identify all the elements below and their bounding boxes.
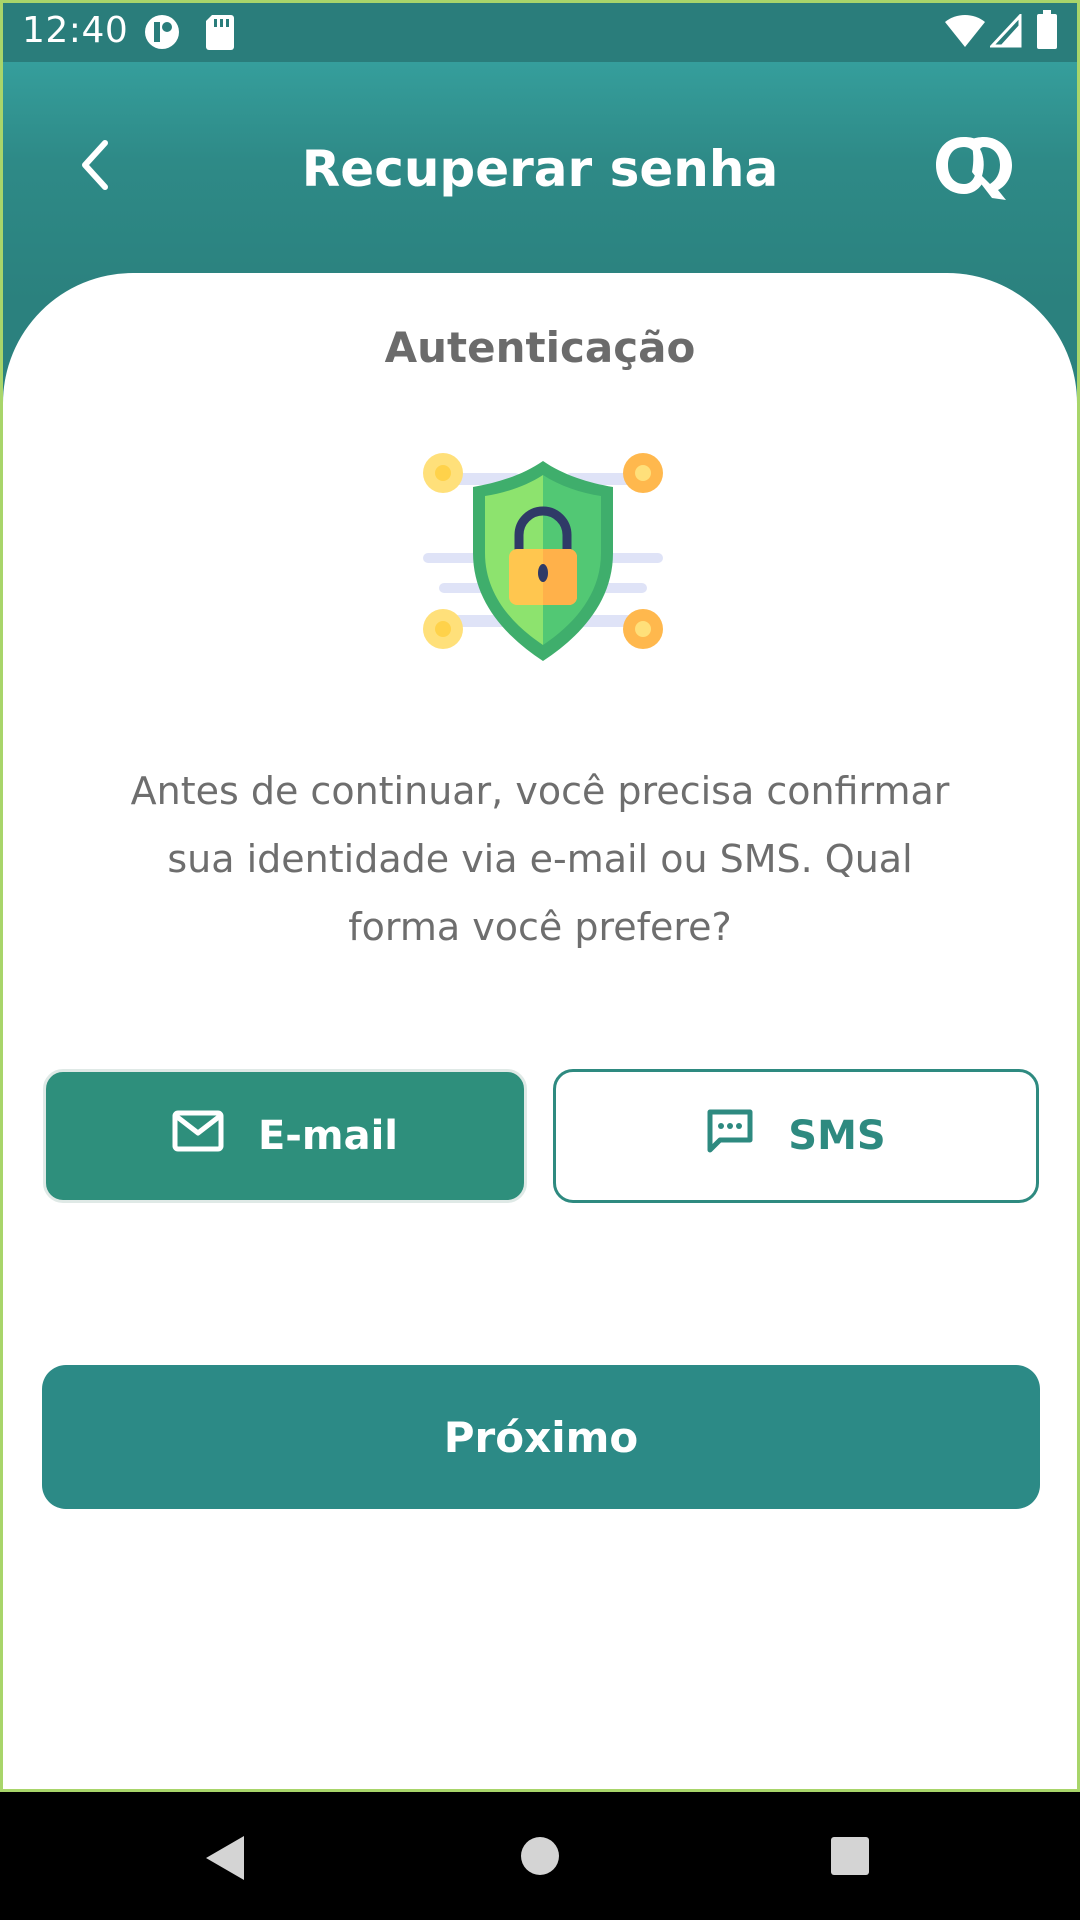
security-shield-lock-icon bbox=[423, 453, 663, 683]
cellular-signal-icon bbox=[988, 12, 1022, 52]
sms-option-label: SMS bbox=[788, 1113, 886, 1159]
sms-option-button[interactable]: SMS bbox=[553, 1069, 1039, 1203]
next-button[interactable]: Próximo bbox=[42, 1365, 1040, 1509]
status-time: 12:40 bbox=[22, 10, 129, 51]
brand-logo-icon bbox=[934, 132, 1014, 202]
wifi-icon bbox=[944, 14, 986, 52]
email-option-label: E-mail bbox=[257, 1113, 399, 1159]
recents-square-icon[interactable] bbox=[830, 1836, 870, 1880]
page-title: Recuperar senha bbox=[301, 140, 779, 198]
email-option-button[interactable]: E-mail bbox=[43, 1069, 527, 1203]
description-line: Antes de continuar, você precisa confirm… bbox=[130, 769, 950, 813]
battery-icon bbox=[1036, 10, 1058, 54]
app-bar: Recuperar senha bbox=[0, 62, 1080, 272]
description-line: forma você prefere? bbox=[348, 905, 732, 949]
sd-card-icon bbox=[204, 12, 236, 56]
description-line: sua identidade via e-mail ou SMS. Qual bbox=[167, 837, 913, 881]
back-triangle-icon[interactable] bbox=[204, 1834, 246, 1886]
navigation-bar bbox=[0, 1792, 1080, 1920]
status-bar: 12:40 bbox=[0, 0, 1080, 62]
app-screen: 12:40 Recuperar senha Autenticação Antes… bbox=[0, 0, 1080, 1792]
chat-bubble-icon bbox=[706, 1108, 754, 1164]
section-title: Autenticação bbox=[384, 323, 696, 372]
home-circle-icon[interactable] bbox=[520, 1836, 560, 1880]
content-card: Autenticação Antes de continuar, você pr… bbox=[3, 273, 1077, 1792]
envelope-icon bbox=[172, 1110, 224, 1162]
description-text: Antes de continuar, você precisa confirm… bbox=[83, 757, 997, 961]
app-notification-icon bbox=[142, 12, 182, 56]
